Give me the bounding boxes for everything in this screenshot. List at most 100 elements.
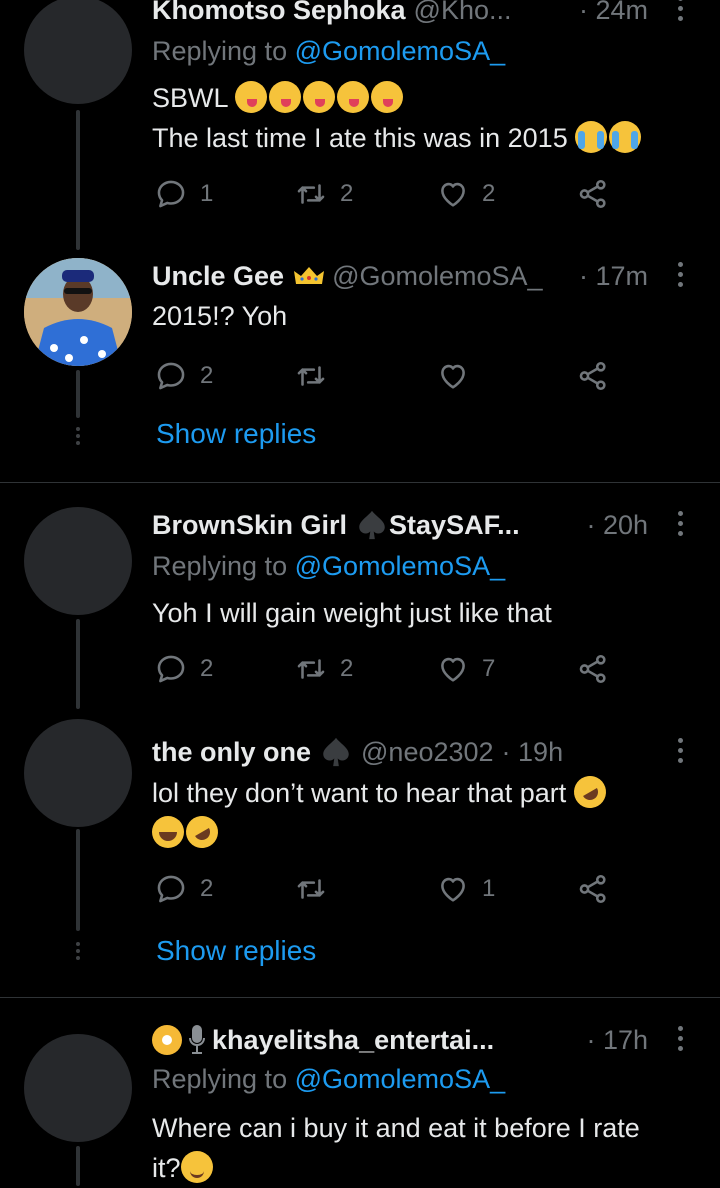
tweet-khomotso[interactable]: Khomotso Sephoka @Kho... · 24m Replying … — [0, 0, 720, 250]
show-replies-link[interactable]: Show replies — [156, 935, 316, 967]
share-icon — [576, 359, 610, 393]
tweet-header: khayelitsha_entertai... · 17h — [152, 1020, 720, 1060]
thread-dots — [73, 424, 83, 448]
avatar[interactable] — [24, 507, 132, 615]
tweet-text-line: lol they don’t want to hear that part — [152, 778, 567, 808]
thread-line — [76, 619, 80, 709]
replying-label: Replying to — [152, 36, 288, 66]
yum-emoji — [303, 81, 336, 113]
like-button[interactable]: 1 — [436, 869, 495, 909]
like-button[interactable] — [436, 356, 470, 396]
more-icon[interactable] — [678, 262, 684, 292]
retweet-button[interactable] — [294, 869, 328, 909]
yum-emoji — [269, 81, 302, 113]
like-count: 7 — [482, 655, 496, 682]
tweet-header: BrownSkin Girl StaySAF... · 20h — [152, 505, 720, 545]
more-icon[interactable] — [678, 738, 684, 768]
reply-button[interactable]: 1 — [154, 174, 213, 214]
avatar[interactable] — [24, 1034, 132, 1142]
share-button[interactable] — [576, 356, 610, 396]
reply-button[interactable]: 2 — [154, 869, 213, 909]
retweet-button[interactable] — [294, 356, 328, 396]
avatar[interactable] — [24, 0, 132, 104]
like-count: 2 — [482, 180, 496, 207]
tweet-header: Khomotso Sephoka @Kho... · 24m — [152, 0, 720, 30]
crying-emoji — [609, 121, 642, 153]
share-button[interactable] — [576, 174, 610, 214]
user-handle[interactable]: @neo2302 — [361, 737, 494, 768]
heart-icon — [436, 652, 470, 686]
timestamp[interactable]: · 19h — [502, 737, 564, 768]
tweet-text: Yoh I will gain weight just like that — [152, 598, 552, 628]
retweet-button[interactable]: 2 — [294, 174, 353, 214]
replying-handle[interactable]: @GomolemoSA_ — [295, 36, 506, 66]
tweet-text-line: SBWL — [152, 83, 228, 113]
share-button[interactable] — [576, 869, 610, 909]
tweet-header: Uncle Gee @GomolemoSA_ · 17m — [152, 256, 720, 296]
retweet-count: 2 — [340, 180, 354, 207]
retweet-button[interactable]: 2 — [294, 649, 353, 689]
tweet-khayelitsha[interactable]: khayelitsha_entertai... · 17h Replying t… — [0, 998, 720, 1186]
tweet-text: 2015!? Yoh — [152, 301, 288, 331]
tweet-uncle-gee[interactable]: Uncle Gee @GomolemoSA_ · 17m 2015!? Yoh … — [0, 250, 720, 482]
tweet-actions: 2 2 7 — [152, 649, 622, 689]
user-handle[interactable]: @Kho... — [414, 0, 512, 26]
timestamp[interactable]: · 24m — [579, 0, 648, 26]
more-icon[interactable] — [678, 1026, 684, 1056]
avatar[interactable] — [24, 258, 132, 366]
thread-line — [76, 829, 80, 931]
tweet-text-line: The last time I ate this was in 2015 — [152, 123, 568, 153]
retweet-icon — [294, 872, 328, 906]
thread-dots — [73, 939, 83, 963]
show-replies-link[interactable]: Show replies — [156, 418, 316, 450]
display-name[interactable]: the only one — [152, 737, 311, 768]
retweet-count: 2 — [340, 655, 354, 682]
reply-button[interactable]: 2 — [154, 649, 213, 689]
crying-emoji — [575, 121, 608, 153]
share-icon — [576, 652, 610, 686]
share-button[interactable] — [576, 649, 610, 689]
more-icon[interactable] — [678, 511, 684, 541]
reply-icon — [154, 872, 188, 906]
tweet-brownskin[interactable]: BrownSkin Girl StaySAF... · 20h Replying… — [0, 483, 720, 709]
reply-count: 2 — [200, 362, 214, 389]
joy-emoji — [152, 816, 184, 848]
retweet-icon — [294, 359, 328, 393]
avatar[interactable] — [24, 719, 132, 827]
thread-line — [76, 370, 80, 418]
timestamp[interactable]: · 17h — [586, 1025, 648, 1056]
tweet-actions: 2 — [152, 356, 622, 396]
heart-icon — [436, 359, 470, 393]
thread-line — [76, 110, 80, 250]
display-name-suffix[interactable]: StaySAF... — [389, 510, 520, 541]
replying-label: Replying to — [152, 551, 288, 581]
replying-handle[interactable]: @GomolemoSA_ — [295, 1064, 506, 1094]
timestamp[interactable]: · 20h — [586, 510, 648, 541]
rofl-emoji — [567, 770, 612, 814]
rofl-emoji — [180, 810, 224, 854]
user-handle[interactable]: @GomolemoSA_ — [332, 261, 543, 292]
profile-photo — [24, 258, 132, 366]
reply-count: 2 — [200, 875, 214, 902]
tweet-actions: 1 2 2 — [152, 174, 622, 214]
replying-to: Replying to @GomolemoSA_ — [152, 551, 505, 582]
timestamp[interactable]: · 17m — [579, 261, 648, 292]
more-icon[interactable] — [678, 0, 684, 26]
display-name[interactable]: Khomotso Sephoka — [152, 0, 406, 26]
display-name[interactable]: BrownSkin Girl — [152, 510, 347, 541]
retweet-icon — [294, 177, 328, 211]
tweet-text: Where can i buy it and eat it before I r… — [152, 1108, 696, 1188]
display-name[interactable]: Uncle Gee — [152, 261, 284, 292]
replying-to: Replying to @GomolemoSA_ — [152, 1064, 505, 1095]
microphone-icon — [189, 1025, 205, 1054]
like-button[interactable]: 2 — [436, 174, 495, 214]
retweet-icon — [294, 652, 328, 686]
reply-button[interactable]: 2 — [154, 356, 213, 396]
like-button[interactable]: 7 — [436, 649, 495, 689]
heart-icon — [436, 177, 470, 211]
tweet-header: the only one @neo2302 · 19h — [152, 732, 720, 772]
display-name[interactable]: khayelitsha_entertai... — [212, 1025, 494, 1056]
thread-line — [76, 1146, 80, 1186]
tweet-the-only-one[interactable]: the only one @neo2302 · 19h lol they don… — [0, 705, 720, 997]
replying-handle[interactable]: @GomolemoSA_ — [295, 551, 506, 581]
